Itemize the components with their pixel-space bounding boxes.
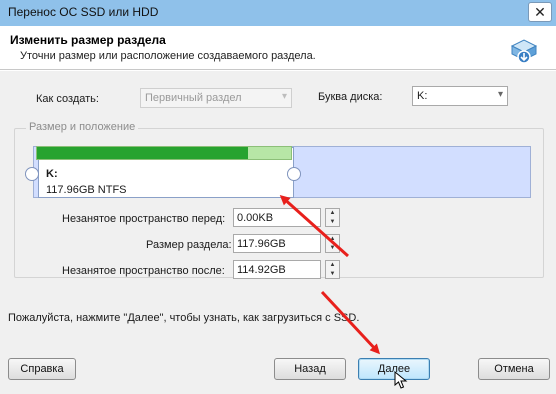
resize-handle-right[interactable] bbox=[287, 167, 301, 181]
free-before-label: Незанятое пространство перед: bbox=[62, 213, 226, 225]
partition-size-input[interactable]: 117.96GB bbox=[233, 234, 321, 253]
partition-usage-bar bbox=[36, 146, 292, 160]
help-button[interactable]: Справка bbox=[8, 358, 76, 380]
free-after-stepper[interactable]: ▲ ▼ bbox=[325, 260, 340, 279]
drive-letter-select[interactable]: K: ▾ bbox=[412, 86, 508, 106]
cancel-button[interactable]: Отмена bbox=[478, 358, 550, 380]
partition-size-stepper[interactable]: ▲ ▼ bbox=[325, 234, 340, 253]
chevron-down-icon: ▾ bbox=[497, 89, 503, 100]
title-bar: Перенос ОС SSD или HDD ✕ bbox=[0, 0, 556, 26]
back-button[interactable]: Назад bbox=[274, 358, 346, 380]
wizard-header: Изменить размер раздела Уточни размер ил… bbox=[0, 26, 556, 70]
window-title: Перенос ОС SSD или HDD bbox=[8, 5, 159, 19]
step-subtitle: Уточни размер или расположение создаваем… bbox=[20, 50, 316, 62]
group-legend: Размер и положение bbox=[26, 121, 139, 133]
close-button[interactable]: ✕ bbox=[528, 2, 552, 22]
resize-handle-left[interactable] bbox=[25, 167, 39, 181]
free-after-label: Незанятое пространство после: bbox=[62, 265, 225, 277]
create-as-value: Первичный раздел bbox=[145, 92, 242, 104]
disk-migration-icon bbox=[510, 39, 538, 64]
drive-letter-value: K: bbox=[417, 90, 428, 102]
free-after-input[interactable]: 114.92GB bbox=[233, 260, 321, 279]
drive-letter-label: Буква диска: bbox=[318, 91, 383, 103]
partition-letter: K: bbox=[46, 168, 58, 180]
chevron-down-icon: ▾ bbox=[281, 91, 287, 102]
partition-info: 117.96GB NTFS bbox=[46, 184, 127, 196]
create-as-select: Первичный раздел ▾ bbox=[140, 88, 292, 108]
mouse-pointer-icon bbox=[394, 371, 408, 389]
free-before-stepper[interactable]: ▲ ▼ bbox=[325, 208, 340, 227]
partition-size-label: Размер раздела: bbox=[146, 239, 232, 251]
create-as-label: Как создать: bbox=[36, 93, 99, 105]
step-title: Изменить размер раздела bbox=[10, 33, 166, 47]
usage-fill bbox=[37, 147, 248, 159]
wizard-body: Как создать: Первичный раздел ▾ Буква ди… bbox=[0, 71, 556, 394]
hint-text: Пожалуйста, нажмите "Далее", чтобы узнат… bbox=[8, 312, 360, 324]
free-before-input[interactable]: 0.00KB bbox=[233, 208, 321, 227]
